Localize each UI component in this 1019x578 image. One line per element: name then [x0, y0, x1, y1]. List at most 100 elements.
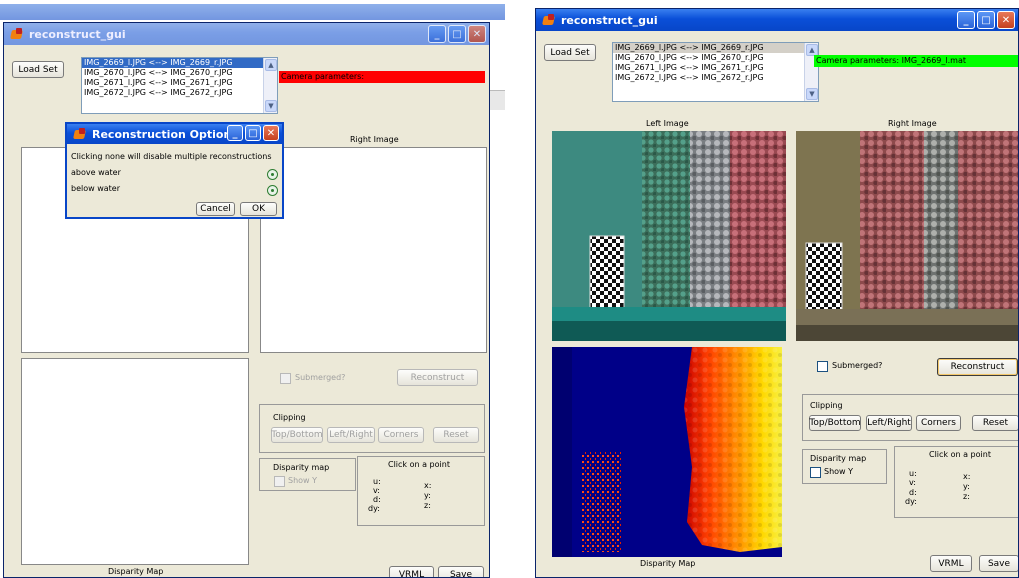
- show-y-checkbox[interactable]: [810, 467, 821, 478]
- clipping-panel: Clipping Top/Bottom Left/Right Corners R…: [802, 394, 1018, 441]
- scroll-down-icon[interactable]: ▼: [806, 88, 818, 100]
- disparity-map-image: [552, 347, 782, 557]
- disparity-options-panel: Disparity map Show Y: [259, 458, 356, 491]
- list-item[interactable]: IMG_2672_l.JPG <--> IMG_2672_r.JPG: [82, 88, 277, 98]
- clipping-title: Clipping: [273, 413, 306, 422]
- show-y-label: Show Y: [288, 476, 318, 485]
- disparity-map-label: Disparity Map: [640, 559, 696, 568]
- matlab-icon: [542, 13, 556, 27]
- point-info-panel: Click on a point u: v: d: dy: x: y: z:: [357, 456, 485, 526]
- left-right-button[interactable]: Left/Right: [327, 427, 375, 443]
- above-water-label: above water: [71, 168, 121, 177]
- point-info-panel: Click on a point u: v: d: dy: x: y: z:: [894, 446, 1018, 518]
- close-icon[interactable]: ✕: [997, 11, 1015, 29]
- click-point-title: Click on a point: [388, 460, 450, 469]
- vrml-button[interactable]: VRML: [930, 555, 972, 572]
- reconstruct-button[interactable]: Reconstruct: [397, 369, 478, 386]
- maximize-icon[interactable]: □: [977, 11, 995, 29]
- disparity-panel-title: Disparity map: [810, 454, 867, 463]
- list-item[interactable]: IMG_2669_l.JPG <--> IMG_2669_r.JPG: [82, 58, 277, 68]
- point-label-x: x:: [963, 472, 971, 481]
- point-label-v: v:: [373, 486, 380, 495]
- left-gui-window: reconstruct_gui _ □ ✕ Load Set IMG_2669_…: [3, 22, 490, 578]
- ok-button[interactable]: OK: [240, 202, 277, 216]
- list-item[interactable]: IMG_2669_l.JPG <--> IMG_2669_r.JPG: [613, 43, 818, 53]
- point-label-y: y:: [424, 491, 431, 500]
- left-right-button[interactable]: Left/Right: [866, 415, 912, 431]
- below-water-label: below water: [71, 184, 120, 193]
- background-window-edge: [490, 90, 505, 110]
- reconstruct-button[interactable]: Reconstruct: [937, 358, 1018, 376]
- reset-button[interactable]: Reset: [433, 427, 479, 443]
- list-item[interactable]: IMG_2671_l.JPG <--> IMG_2671_r.JPG: [613, 63, 818, 73]
- dialog-message: Clicking none will disable multiple reco…: [71, 152, 272, 161]
- list-item[interactable]: IMG_2671_l.JPG <--> IMG_2671_r.JPG: [82, 78, 277, 88]
- left-window-title: reconstruct_gui: [29, 27, 126, 41]
- minimize-icon[interactable]: _: [957, 11, 975, 29]
- point-label-u: u:: [373, 477, 381, 486]
- right-image-label: Right Image: [888, 119, 937, 128]
- save-button[interactable]: Save: [438, 566, 484, 577]
- corners-button[interactable]: Corners: [378, 427, 424, 443]
- show-y-label: Show Y: [824, 467, 854, 476]
- left-image-label: Left Image: [646, 119, 689, 128]
- show-y-checkbox[interactable]: [274, 476, 285, 487]
- camera-status-bar: Camera parameters: IMG_2669_l.mat: [814, 55, 1018, 67]
- matlab-icon: [10, 27, 24, 41]
- point-label-z: z:: [424, 501, 431, 510]
- disparity-options-panel: Disparity map Show Y: [802, 449, 887, 484]
- point-label-d: d:: [373, 495, 381, 504]
- matlab-icon: [73, 127, 87, 141]
- top-bottom-button[interactable]: Top/Bottom: [809, 415, 861, 431]
- top-bottom-button[interactable]: Top/Bottom: [271, 427, 323, 443]
- left-window-titlebar[interactable]: reconstruct_gui _ □ ✕: [4, 23, 489, 45]
- list-item[interactable]: IMG_2670_l.JPG <--> IMG_2670_r.JPG: [613, 53, 818, 63]
- dialog-titlebar[interactable]: Reconstruction Options _ □ ✕: [67, 124, 282, 144]
- image-pair-list[interactable]: IMG_2669_l.JPG <--> IMG_2669_r.JPG IMG_2…: [612, 42, 819, 102]
- maximize-icon[interactable]: □: [245, 125, 261, 141]
- point-label-z: z:: [963, 492, 970, 501]
- point-label-dy: dy:: [368, 504, 380, 513]
- above-water-radio[interactable]: [267, 169, 278, 180]
- left-screenshot: reconstruct_gui _ □ ✕ Load Set IMG_2669_…: [0, 0, 505, 578]
- submerged-checkbox[interactable]: [817, 361, 828, 372]
- right-image-label: Right Image: [350, 135, 399, 144]
- vrml-button[interactable]: VRML: [389, 566, 434, 577]
- list-scrollbar[interactable]: ▲ ▼: [804, 43, 818, 101]
- below-water-radio[interactable]: [267, 185, 278, 196]
- right-gui-window: reconstruct_gui _ □ ✕ Load Set IMG_2669_…: [535, 8, 1019, 578]
- submerged-label: Submerged?: [295, 373, 346, 382]
- load-set-button[interactable]: Load Set: [12, 61, 64, 78]
- disparity-panel-title: Disparity map: [273, 463, 330, 472]
- reset-button[interactable]: Reset: [972, 415, 1018, 431]
- scroll-up-icon[interactable]: ▲: [265, 59, 277, 71]
- camera-status-bar: Camera parameters:: [279, 71, 485, 83]
- scroll-down-icon[interactable]: ▼: [265, 100, 277, 112]
- list-item[interactable]: IMG_2670_l.JPG <--> IMG_2670_r.JPG: [82, 68, 277, 78]
- list-scrollbar[interactable]: ▲ ▼: [263, 58, 277, 113]
- maximize-icon[interactable]: □: [448, 25, 466, 43]
- click-point-title: Click on a point: [929, 450, 991, 459]
- cancel-button[interactable]: Cancel: [196, 202, 235, 216]
- submerged-checkbox[interactable]: [280, 373, 291, 384]
- save-button[interactable]: Save: [979, 555, 1018, 572]
- right-camera-image: [796, 131, 1018, 341]
- minimize-icon[interactable]: _: [227, 125, 243, 141]
- load-set-button[interactable]: Load Set: [544, 44, 596, 61]
- close-icon[interactable]: ✕: [468, 25, 486, 43]
- point-label-d: d:: [909, 488, 917, 497]
- submerged-label: Submerged?: [832, 361, 883, 370]
- background-window-titlebar: [0, 4, 505, 20]
- point-label-x: x:: [424, 481, 432, 490]
- point-label-u: u:: [909, 469, 917, 478]
- right-window-titlebar[interactable]: reconstruct_gui _ □ ✕: [536, 9, 1018, 31]
- corners-button[interactable]: Corners: [916, 415, 961, 431]
- disparity-map-axes: [21, 358, 249, 565]
- minimize-icon[interactable]: _: [428, 25, 446, 43]
- close-icon[interactable]: ✕: [263, 125, 279, 141]
- left-camera-image: [552, 131, 786, 341]
- list-item[interactable]: IMG_2672_l.JPG <--> IMG_2672_r.JPG: [613, 73, 818, 83]
- point-label-v: v:: [909, 478, 916, 487]
- clipping-title: Clipping: [810, 401, 843, 410]
- image-pair-list[interactable]: IMG_2669_l.JPG <--> IMG_2669_r.JPG IMG_2…: [81, 57, 278, 114]
